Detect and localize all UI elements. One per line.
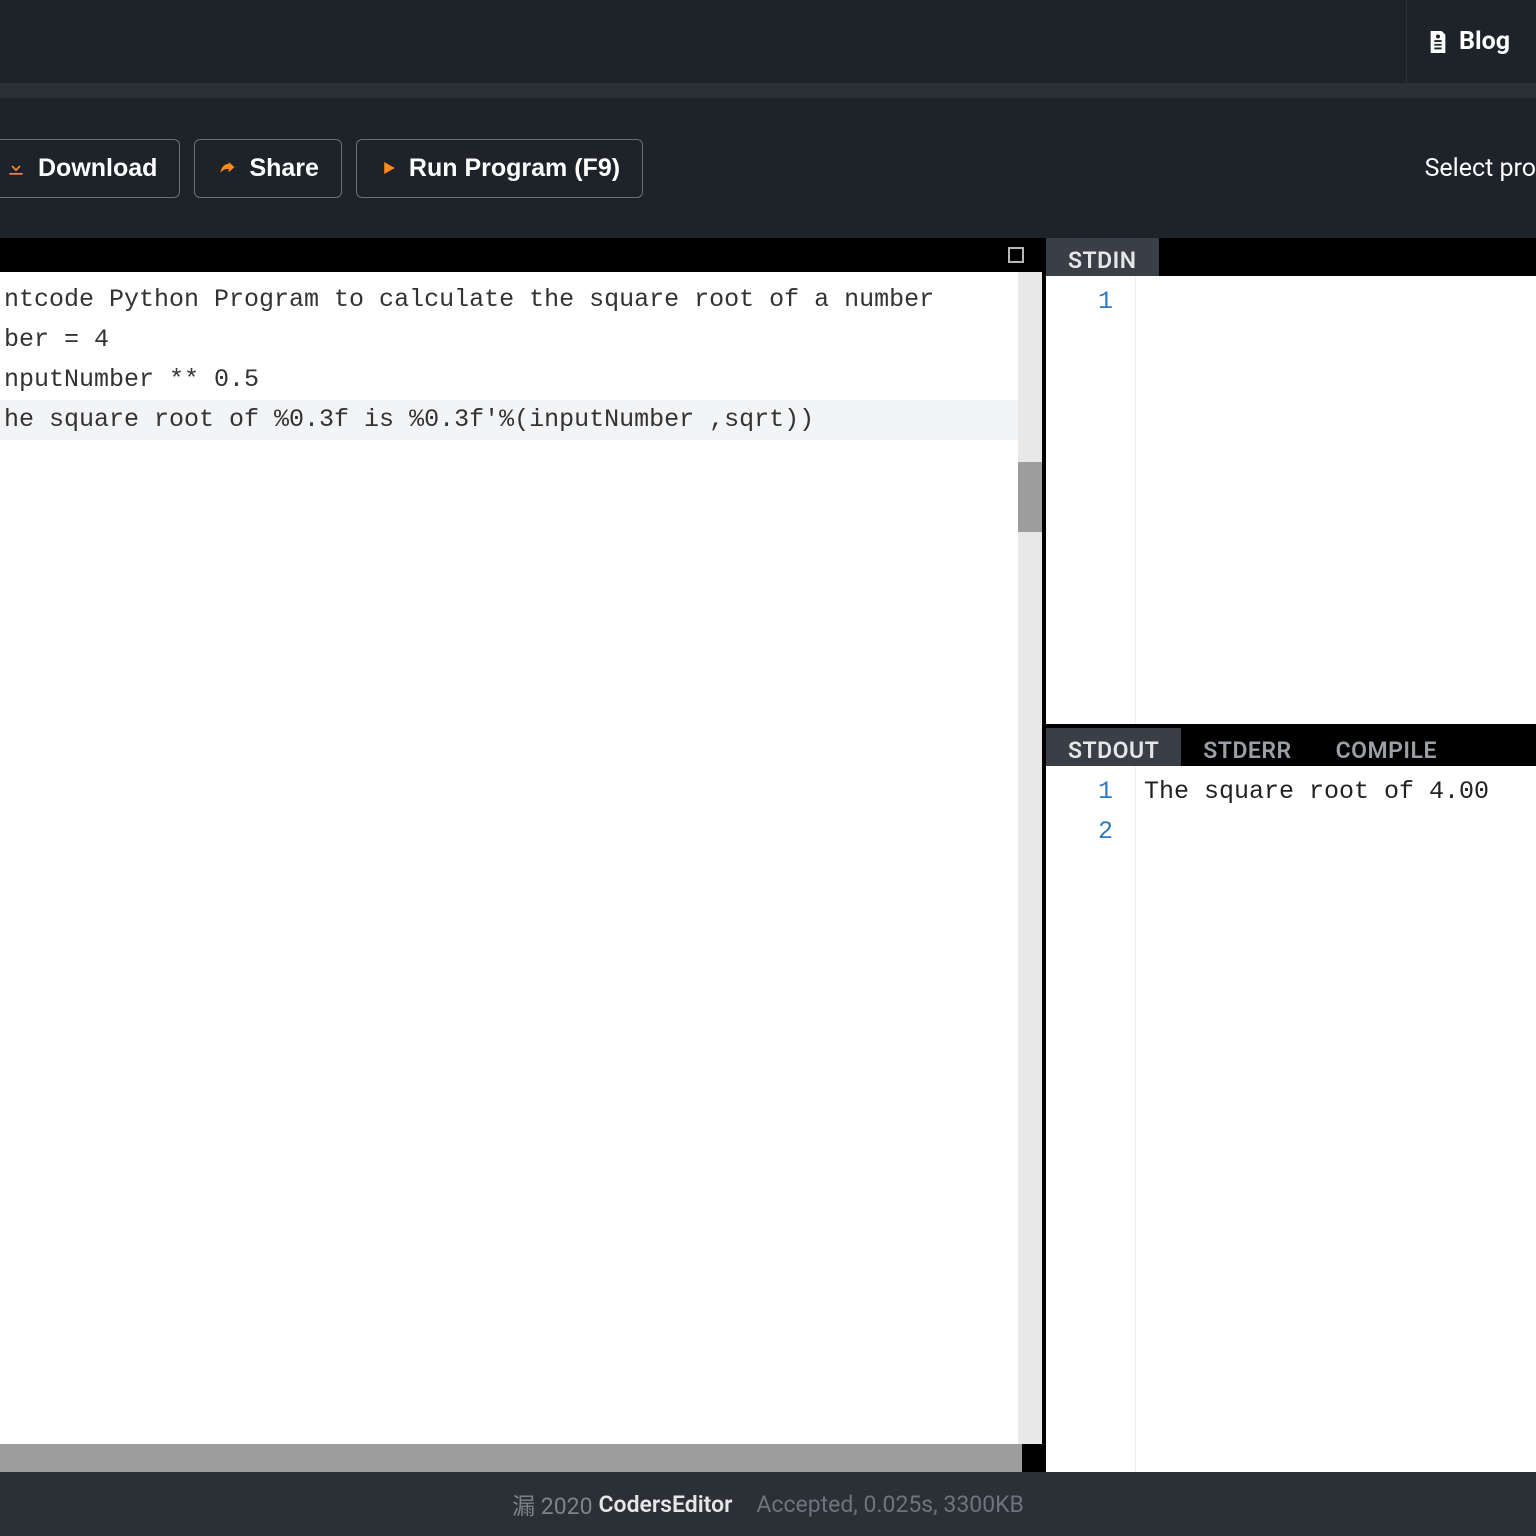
editor-pane: ntcode Python Program to calculate the s… <box>0 238 1046 1472</box>
output-tabbar: STDOUT STDERR COMPILE <box>1046 728 1536 766</box>
language-select[interactable]: Select pro <box>1425 154 1536 183</box>
editor-header <box>0 238 1042 272</box>
tab-compile[interactable]: COMPILE <box>1314 728 1459 766</box>
blog-label: Blog <box>1459 27 1510 56</box>
footer: 漏 2020 CodersEditor Accepted, 0.025s, 33… <box>0 1472 1536 1536</box>
code-line[interactable]: ber = 4 <box>0 320 1042 360</box>
footer-brand: CodersEditor <box>599 1491 733 1518</box>
main-split: ntcode Python Program to calculate the s… <box>0 238 1536 1472</box>
tab-stderr[interactable]: STDERR <box>1181 728 1313 766</box>
stdin-tabbar: STDIN <box>1046 238 1536 276</box>
tab-stdin-label: STDIN <box>1068 247 1137 274</box>
io-pane: STDIN 1 STDOUTSTDERRCOMPILE 12 The squar… <box>1046 238 1536 1472</box>
line-number: 1 <box>1046 772 1113 812</box>
share-button[interactable]: Share <box>194 139 341 198</box>
stdin-content[interactable] <box>1136 276 1536 724</box>
stdout-area: 12 The square root of 4.00 <box>1046 766 1536 1472</box>
share-label: Share <box>249 154 318 183</box>
tab-label: STDERR <box>1203 737 1291 764</box>
stdout-content: The square root of 4.00 <box>1136 766 1536 1472</box>
editor-horizontal-scrollbar[interactable] <box>0 1444 1022 1472</box>
toolbar-divider <box>0 84 1536 98</box>
tab-stdout[interactable]: STDOUT <box>1046 728 1181 766</box>
tab-label: STDOUT <box>1068 737 1159 764</box>
stdin-panel: STDIN 1 <box>1046 238 1536 728</box>
top-nav: Blog <box>0 0 1536 84</box>
footer-status: Accepted, 0.025s, 3300KB <box>756 1491 1023 1518</box>
stdout-line: The square root of 4.00 <box>1144 772 1536 812</box>
run-label: Run Program (F9) <box>409 154 620 183</box>
maximize-icon[interactable] <box>1008 247 1024 263</box>
blog-icon <box>1427 29 1449 55</box>
download-icon <box>6 158 26 178</box>
code-line[interactable]: he square root of %0.3f is %0.3f'%(input… <box>0 400 1042 440</box>
blog-link[interactable]: Blog <box>1406 0 1530 83</box>
language-select-label: Select pro <box>1425 154 1536 183</box>
code-line[interactable]: nputNumber ** 0.5 <box>0 360 1042 400</box>
run-button[interactable]: Run Program (F9) <box>356 139 643 198</box>
code-line[interactable]: ntcode Python Program to calculate the s… <box>0 280 1042 320</box>
toolbar: Download Share Run Program (F9) Select p… <box>0 98 1536 238</box>
code-editor[interactable]: ntcode Python Program to calculate the s… <box>0 272 1042 1444</box>
line-number: 1 <box>1046 282 1113 322</box>
download-button[interactable]: Download <box>0 139 180 198</box>
tab-label: COMPILE <box>1336 737 1437 764</box>
footer-copyright: 漏 2020 <box>512 1487 592 1521</box>
share-icon <box>217 158 237 178</box>
stdin-gutter: 1 <box>1046 276 1136 724</box>
stdin-area[interactable]: 1 <box>1046 276 1536 724</box>
run-icon <box>379 158 397 178</box>
scrollbar-thumb[interactable] <box>1018 462 1042 532</box>
download-label: Download <box>38 154 157 183</box>
tab-stdin[interactable]: STDIN <box>1046 238 1159 276</box>
line-number: 2 <box>1046 812 1113 852</box>
stdout-gutter: 12 <box>1046 766 1136 1472</box>
editor-vertical-scrollbar[interactable] <box>1018 272 1042 1444</box>
output-panel: STDOUT STDERR COMPILE 12 The square root o… <box>1046 728 1536 1472</box>
